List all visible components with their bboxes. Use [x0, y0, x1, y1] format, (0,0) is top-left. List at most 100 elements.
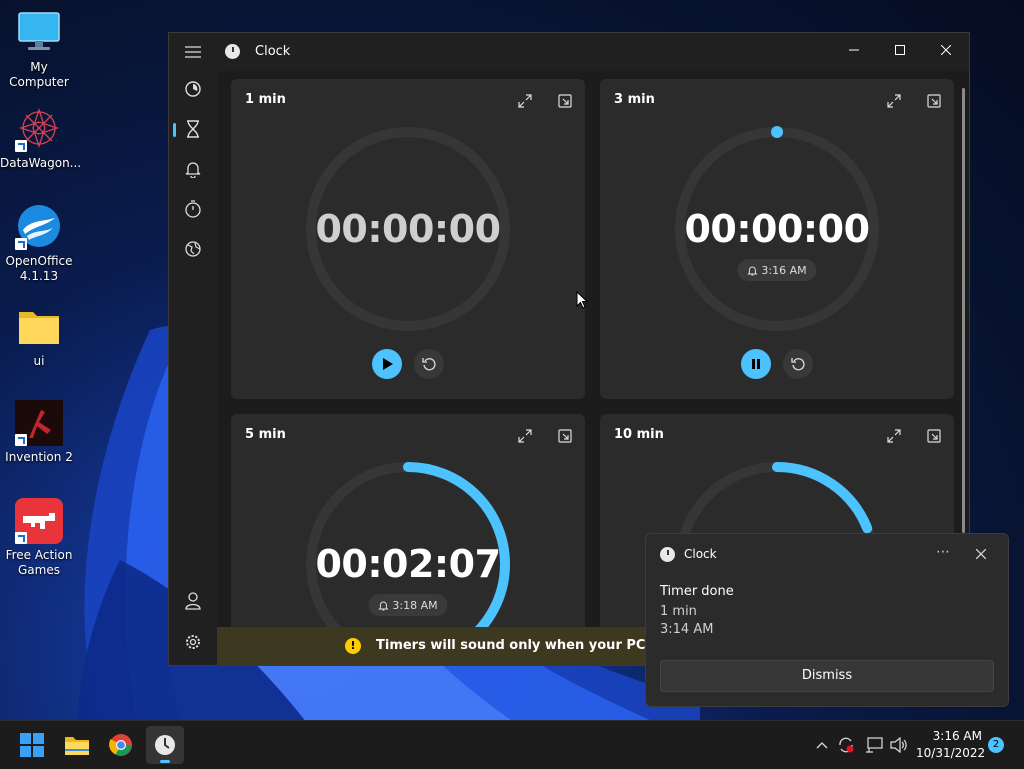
chrome-icon [109, 734, 132, 756]
pause-button[interactable] [741, 349, 771, 379]
keep-on-top-button[interactable] [920, 422, 948, 450]
volume-button[interactable] [889, 735, 909, 755]
monitor-icon [15, 10, 63, 56]
timer-time: 00:00:00 [315, 207, 501, 251]
nav-menu-button[interactable] [175, 34, 211, 70]
expand-button[interactable] [511, 87, 539, 115]
reset-button[interactable] [414, 349, 444, 379]
desktop-icon-openoffice[interactable]: OpenOffice 4.1.13 [0, 204, 78, 284]
alarm-time: 3:18 AM [392, 598, 438, 612]
desktop-icon-label: OpenOffice 4.1.13 [5, 254, 73, 283]
desktop-icon-my-computer[interactable]: My Computer [0, 10, 78, 90]
taskbar-date[interactable]: 10/31/2022 [916, 746, 985, 760]
pin-window-icon [927, 94, 941, 108]
chrome-button[interactable] [102, 726, 140, 764]
clock-taskbar-button[interactable] [146, 726, 184, 764]
nav-stopwatch[interactable] [175, 191, 211, 227]
reset-button[interactable] [783, 349, 813, 379]
globe-icon [185, 241, 201, 257]
timer-card[interactable]: 1 min 00:00:00 [231, 79, 585, 399]
notification-toast[interactable]: Clock ⋯ Timer done 1 min 3:14 AM Dismiss [645, 533, 1009, 707]
toast-time: 3:14 AM [660, 622, 714, 637]
minimize-button[interactable] [831, 33, 877, 67]
scrollbar[interactable] [962, 88, 965, 533]
sync-alert-icon [839, 737, 854, 753]
person-icon [185, 592, 201, 610]
expand-button[interactable] [511, 422, 539, 450]
pin-window-icon [558, 429, 572, 443]
expand-button[interactable] [880, 87, 908, 115]
nav-timer[interactable] [173, 111, 211, 147]
maximize-button[interactable] [877, 33, 923, 67]
desktop-icon-ui-folder[interactable]: ui [0, 304, 78, 369]
keep-on-top-button[interactable] [551, 87, 579, 115]
folder-icon [65, 737, 89, 755]
clock-app-icon [660, 547, 675, 562]
show-hidden-icons-button[interactable] [812, 735, 832, 755]
play-icon [383, 358, 393, 370]
network-button[interactable] [864, 735, 884, 755]
window-title: Clock [255, 44, 291, 59]
close-button[interactable] [923, 33, 969, 67]
hamburger-icon [185, 46, 201, 58]
timer-name: 5 min [245, 427, 286, 442]
desktop-icon-label: DataWagon... [0, 156, 82, 170]
warning-icon: ! [345, 638, 361, 654]
stopwatch-icon [185, 200, 201, 218]
desktop-icon-invention-2[interactable]: Invention 2 [0, 400, 78, 465]
start-button[interactable] [13, 726, 51, 764]
nav-settings[interactable] [175, 624, 211, 660]
expand-icon [887, 429, 901, 443]
invention-2-icon [15, 400, 63, 446]
file-explorer-button[interactable] [58, 726, 96, 764]
bell-icon [747, 266, 758, 275]
desktop-icon-free-action-games[interactable]: Free Action Games [0, 498, 78, 578]
nav-alarm[interactable] [175, 151, 211, 187]
hourglass-icon [187, 120, 199, 138]
clock-app-icon [225, 44, 240, 59]
nav-account[interactable] [175, 583, 211, 619]
mouse-cursor-icon [576, 291, 588, 309]
dismiss-button[interactable]: Dismiss [660, 660, 994, 692]
expand-icon [518, 429, 532, 443]
alarm-time: 3:16 AM [761, 263, 807, 277]
keep-on-top-button[interactable] [920, 87, 948, 115]
toast-close-button[interactable] [970, 543, 992, 565]
datawagon-icon [15, 106, 63, 152]
chevron-up-icon [816, 742, 828, 749]
reset-icon [422, 358, 436, 371]
desktop-icon-label: Free Action Games [5, 548, 73, 577]
start-button[interactable] [372, 349, 402, 379]
close-icon [941, 45, 951, 55]
network-icon [866, 737, 883, 753]
nav-focus-sessions[interactable] [175, 71, 211, 107]
speaker-icon [890, 737, 907, 753]
desktop-icon-label: Invention 2 [5, 450, 73, 464]
nav-world-clock[interactable] [175, 231, 211, 267]
more-options-button[interactable]: ⋯ [932, 543, 954, 565]
timer-time: 00:00:00 [684, 207, 870, 251]
bell-icon [378, 601, 389, 610]
timer-name: 1 min [245, 92, 286, 107]
windows-logo-icon [20, 733, 44, 757]
alarm-time-badge: 3:18 AM [368, 594, 448, 616]
maximize-icon [895, 45, 905, 55]
bell-icon [185, 162, 201, 178]
title-bar[interactable]: Clock [169, 33, 969, 71]
timer-card[interactable]: 3 min 00:00:00 3:16 AM [600, 79, 954, 399]
sync-status-button[interactable] [836, 735, 856, 755]
clock-app-icon [155, 735, 175, 755]
desktop-icon-datawagon[interactable]: DataWagon... [0, 106, 82, 171]
folder-icon [15, 304, 63, 350]
expand-button[interactable] [880, 422, 908, 450]
minimize-icon [849, 49, 859, 51]
taskbar-time[interactable]: 3:16 AM [920, 729, 982, 743]
notification-count-badge[interactable]: 2 [988, 737, 1004, 753]
keep-on-top-button[interactable] [551, 422, 579, 450]
close-icon [976, 549, 986, 559]
alarm-time-badge: 3:16 AM [737, 259, 817, 281]
free-action-games-icon [15, 498, 63, 544]
gear-icon [186, 635, 200, 649]
focus-sessions-icon [185, 81, 201, 97]
taskbar: 3:16 AM 10/31/2022 2 [0, 720, 1024, 769]
